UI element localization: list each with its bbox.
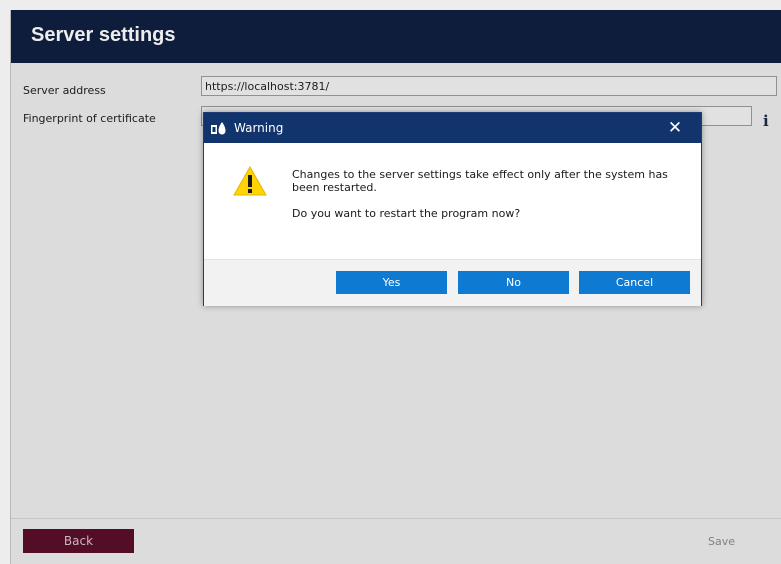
message-restart-info: Changes to the server settings take effe…	[292, 168, 668, 194]
cancel-button[interactable]: Cancel	[579, 271, 690, 294]
app-icon	[211, 122, 226, 135]
warning-icon	[233, 166, 267, 196]
yes-button[interactable]: Yes	[336, 271, 447, 294]
no-button[interactable]: No	[458, 271, 569, 294]
dialog-title: Warning	[234, 121, 284, 135]
message-restart-question: Do you want to restart the program now?	[292, 207, 521, 220]
dialog-title-bar[interactable]: Warning ✕	[204, 113, 701, 143]
dialog-button-bar: Yes No Cancel	[204, 259, 701, 306]
close-icon[interactable]: ✕	[664, 117, 686, 139]
dialog-message: Changes to the server settings take effe…	[292, 168, 687, 233]
warning-dialog: Warning ✕ Changes to the server settings…	[203, 112, 702, 306]
